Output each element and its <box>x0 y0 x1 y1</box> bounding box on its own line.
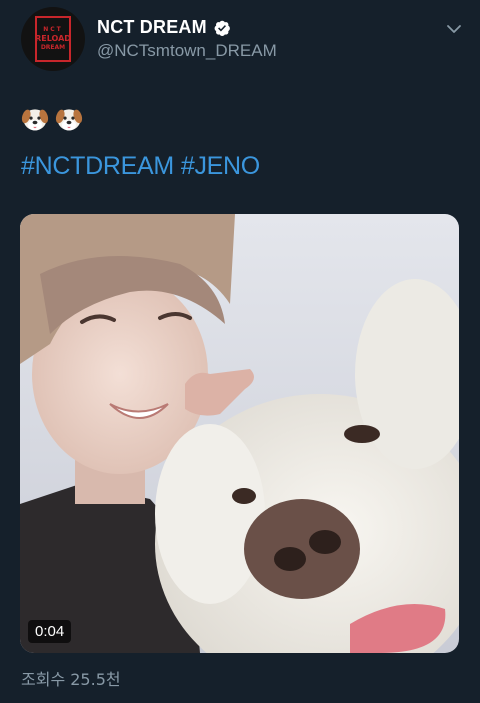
hashtag-jeno[interactable]: #JENO <box>181 152 260 181</box>
nct-dream-logo: NCT RELOAD DREAM <box>35 16 71 62</box>
verified-badge-icon <box>214 20 230 36</box>
logo-line-2: RELOAD <box>35 34 71 43</box>
chevron-down-icon[interactable] <box>445 20 463 38</box>
avatar[interactable]: NCT RELOAD DREAM <box>21 7 85 71</box>
video-thumbnail <box>20 214 459 653</box>
dog-face-emoji-icon <box>55 109 83 131</box>
logo-line-3: DREAM <box>40 44 66 51</box>
view-count: 조회수 25.5천 <box>21 670 121 689</box>
display-name-text: NCT DREAM <box>97 17 207 37</box>
account-handle[interactable]: @NCTsmtown_DREAM <box>97 41 277 61</box>
video-player[interactable]: 0:04 <box>20 214 459 653</box>
hashtag-nctdream[interactable]: #NCTDREAM <box>21 152 174 181</box>
logo-line-1: NCT <box>43 26 63 33</box>
display-name[interactable]: NCT DREAM <box>97 17 231 38</box>
video-duration: 0:04 <box>28 620 72 643</box>
emoji-row <box>21 105 83 133</box>
hashtag-row: #NCTDREAM #JENO <box>21 152 260 181</box>
dog-face-emoji-icon <box>21 109 49 131</box>
